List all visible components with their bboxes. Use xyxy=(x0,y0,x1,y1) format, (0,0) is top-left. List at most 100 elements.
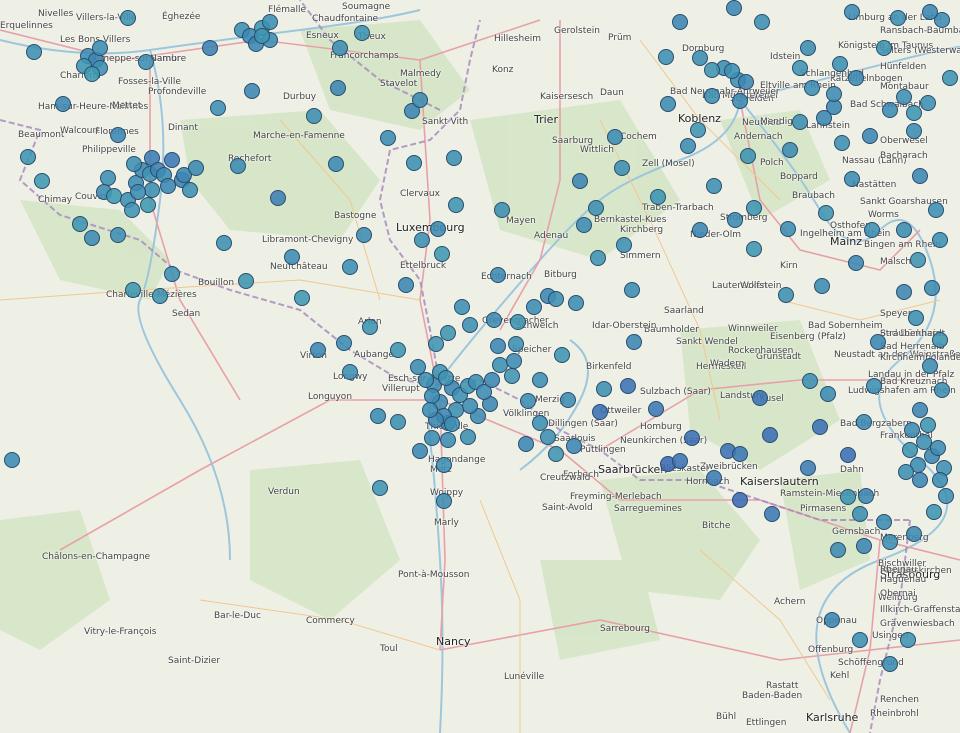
map-marker[interactable] xyxy=(410,359,426,375)
map-marker[interactable] xyxy=(370,408,386,424)
map-marker[interactable] xyxy=(732,93,748,109)
map-marker[interactable] xyxy=(380,130,396,146)
map-marker[interactable] xyxy=(504,368,520,384)
map-marker[interactable] xyxy=(532,415,548,431)
map-marker[interactable] xyxy=(924,280,940,296)
map-marker[interactable] xyxy=(576,217,592,233)
map-marker[interactable] xyxy=(920,417,936,433)
map-marker[interactable] xyxy=(125,282,141,298)
map-marker[interactable] xyxy=(210,100,226,116)
map-marker[interactable] xyxy=(616,237,632,253)
map-marker[interactable] xyxy=(724,63,740,79)
map-marker[interactable] xyxy=(55,96,71,112)
map-marker[interactable] xyxy=(554,347,570,363)
map-marker[interactable] xyxy=(906,105,922,121)
map-marker[interactable] xyxy=(494,202,510,218)
map-marker[interactable] xyxy=(270,190,286,206)
map-marker[interactable] xyxy=(436,493,452,509)
map-marker[interactable] xyxy=(596,381,612,397)
map-marker[interactable] xyxy=(462,317,478,333)
map-marker[interactable] xyxy=(126,156,142,172)
map-marker[interactable] xyxy=(896,89,912,105)
map-marker[interactable] xyxy=(164,152,180,168)
map-marker[interactable] xyxy=(764,506,780,522)
map-marker[interactable] xyxy=(110,227,126,243)
map-marker[interactable] xyxy=(332,40,348,56)
map-marker[interactable] xyxy=(182,182,198,198)
map-marker[interactable] xyxy=(188,160,204,176)
map-marker[interactable] xyxy=(566,438,582,454)
map-marker[interactable] xyxy=(614,160,630,176)
map-marker[interactable] xyxy=(746,241,762,257)
map-marker[interactable] xyxy=(672,453,688,469)
map-marker[interactable] xyxy=(342,364,358,380)
map-marker[interactable] xyxy=(568,295,584,311)
map-marker[interactable] xyxy=(428,336,444,352)
map-marker[interactable] xyxy=(418,372,434,388)
map-marker[interactable] xyxy=(692,50,708,66)
map-marker[interactable] xyxy=(856,538,872,554)
map-marker[interactable] xyxy=(164,266,180,282)
map-marker[interactable] xyxy=(832,56,848,72)
map-marker[interactable] xyxy=(294,290,310,306)
map-marker[interactable] xyxy=(932,472,948,488)
map-marker[interactable] xyxy=(624,282,640,298)
map-marker[interactable] xyxy=(738,74,754,90)
map-marker[interactable] xyxy=(124,202,140,218)
map-marker[interactable] xyxy=(414,232,430,248)
map-marker[interactable] xyxy=(840,489,856,505)
map-marker[interactable] xyxy=(890,10,906,26)
map-marker[interactable] xyxy=(430,221,446,237)
map-marker[interactable] xyxy=(490,267,506,283)
map-marker[interactable] xyxy=(548,446,564,462)
map-marker[interactable] xyxy=(486,312,502,328)
map-marker[interactable] xyxy=(412,443,428,459)
map-marker[interactable] xyxy=(336,335,352,351)
map-marker[interactable] xyxy=(390,342,406,358)
map-marker[interactable] xyxy=(532,372,548,388)
map-marker[interactable] xyxy=(436,457,452,473)
map-marker[interactable] xyxy=(904,422,920,438)
map-marker[interactable] xyxy=(816,110,832,126)
map-marker[interactable] xyxy=(740,148,756,164)
map-marker[interactable] xyxy=(440,325,456,341)
map-marker[interactable] xyxy=(372,480,388,496)
map-marker[interactable] xyxy=(812,419,828,435)
map-marker[interactable] xyxy=(802,373,818,389)
map-marker[interactable] xyxy=(908,310,924,326)
map-marker[interactable] xyxy=(752,390,768,406)
map-marker[interactable] xyxy=(690,122,706,138)
map-marker[interactable] xyxy=(862,128,878,144)
map-marker[interactable] xyxy=(506,353,522,369)
map-marker[interactable] xyxy=(330,80,346,96)
map-marker[interactable] xyxy=(898,464,914,480)
map-marker[interactable] xyxy=(84,230,100,246)
map-marker[interactable] xyxy=(792,60,808,76)
map-marker[interactable] xyxy=(626,334,642,350)
map-marker[interactable] xyxy=(928,202,944,218)
map-marker[interactable] xyxy=(526,299,542,315)
map-marker[interactable] xyxy=(152,288,168,304)
map-marker[interactable] xyxy=(912,472,928,488)
map-marker[interactable] xyxy=(238,273,254,289)
map-marker[interactable] xyxy=(684,430,700,446)
map-marker[interactable] xyxy=(106,188,122,204)
map-marker[interactable] xyxy=(390,414,406,430)
map-marker[interactable] xyxy=(72,216,88,232)
map-marker[interactable] xyxy=(92,40,108,56)
map-marker[interactable] xyxy=(692,222,708,238)
map-marker[interactable] xyxy=(840,447,856,463)
map-marker[interactable] xyxy=(864,222,880,238)
map-marker[interactable] xyxy=(84,66,100,82)
map-marker[interactable] xyxy=(920,95,936,111)
map-marker[interactable] xyxy=(680,138,696,154)
map-marker[interactable] xyxy=(262,14,278,30)
map-marker[interactable] xyxy=(922,358,938,374)
map-marker[interactable] xyxy=(216,235,232,251)
map-marker[interactable] xyxy=(100,170,116,186)
map-marker[interactable] xyxy=(727,212,743,228)
map-marker[interactable] xyxy=(202,40,218,56)
map-marker[interactable] xyxy=(588,200,604,216)
map-marker[interactable] xyxy=(882,102,898,118)
map-marker[interactable] xyxy=(826,86,842,102)
